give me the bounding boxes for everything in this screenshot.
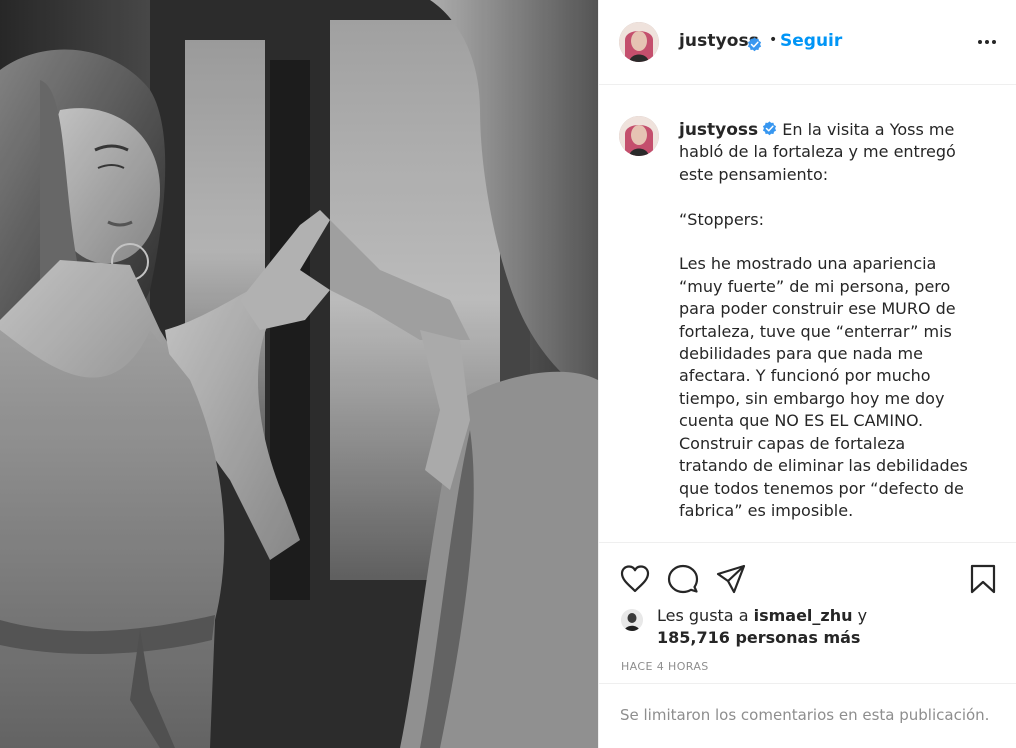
caption-username[interactable]: justyoss xyxy=(679,120,758,140)
heart-icon[interactable] xyxy=(619,563,651,595)
bookmark-icon[interactable] xyxy=(967,563,999,595)
liker-avatar[interactable] xyxy=(621,609,643,631)
likes-count[interactable]: 185,716 personas más xyxy=(657,628,860,647)
verified-badge-icon xyxy=(763,121,777,136)
caption-text: En la visita a Yoss me habló de la forta… xyxy=(679,120,968,520)
post-photo[interactable] xyxy=(0,0,598,748)
comment-footer: Se limitaron los comentarios en esta pub… xyxy=(599,683,1016,748)
avatar-image xyxy=(619,22,659,62)
likes-conjunction: y xyxy=(857,606,868,625)
post-header: justyoss • Seguir xyxy=(599,0,1016,85)
action-bar: Les gusta a ismael_zhu y 185,716 persona… xyxy=(599,543,1016,683)
more-options-icon[interactable] xyxy=(975,30,999,54)
caption-avatar[interactable] xyxy=(619,116,659,156)
verified-badge-icon xyxy=(747,34,762,53)
comments-limited-notice: Se limitaron los comentarios en esta pub… xyxy=(620,706,990,724)
post-timestamp[interactable]: HACE 4 HORAS xyxy=(621,660,709,673)
send-icon[interactable] xyxy=(715,563,747,595)
likes-prefix: Les gusta a xyxy=(657,606,749,625)
post-caption: justyoss En la visita a Yoss me habló de… xyxy=(679,119,979,542)
profile-avatar[interactable] xyxy=(619,22,659,62)
follow-button[interactable]: Seguir xyxy=(780,31,842,51)
liker-username[interactable]: ismael_zhu xyxy=(754,606,853,625)
comments-section[interactable]: justyoss En la visita a Yoss me habló de… xyxy=(599,85,1016,543)
instagram-post: justyoss • Seguir justyoss En la visita … xyxy=(0,0,1016,748)
header-separator: • xyxy=(769,32,778,48)
photo-image xyxy=(0,0,598,748)
likes-text: Les gusta a ismael_zhu y 185,716 persona… xyxy=(657,605,867,649)
comment-icon[interactable] xyxy=(667,563,699,595)
avatar-image xyxy=(619,116,659,156)
post-sidebar: justyoss • Seguir justyoss En la visita … xyxy=(598,0,1016,748)
